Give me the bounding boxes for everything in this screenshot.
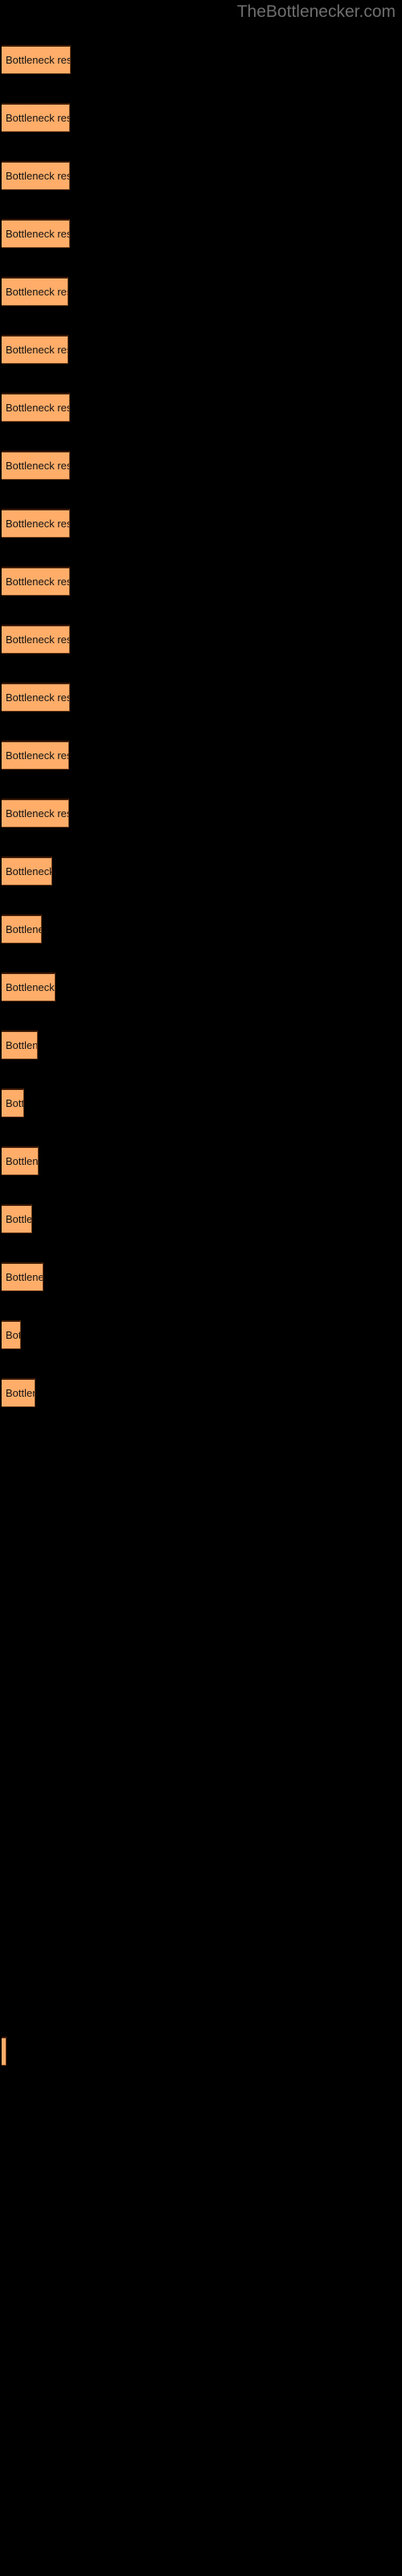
bar-label: Bottleneck result <box>6 402 69 414</box>
bottleneck-result-bar[interactable]: Bottleneck result <box>2 1088 24 1117</box>
bar-label: Bottleneck result <box>6 923 41 935</box>
bar-label: Bottleneck result <box>2 2038 6 2065</box>
bottleneck-result-bar[interactable]: Bottleneck result <box>2 741 69 770</box>
bar-label: Bottleneck result <box>6 1329 20 1341</box>
bar-row: Bottleneck result <box>0 277 402 306</box>
bar-label: Bottleneck result <box>6 981 55 993</box>
bottleneck-result-bar[interactable]: Bottleneck result <box>2 914 42 943</box>
bar-label: Bottleneck result <box>6 634 69 646</box>
bar-row: Bottleneck result <box>0 567 402 596</box>
bar-row: Bottleneck result <box>0 509 402 538</box>
bar-label: Bottleneck result <box>6 228 69 240</box>
bar-label: Bottleneck result <box>6 576 69 588</box>
bar-row: Bottleneck result <box>0 219 402 248</box>
bar-label: Bottleneck result <box>6 1097 24 1109</box>
bar-label: Bottleneck result <box>6 1213 32 1225</box>
bottleneck-result-bar[interactable]: Bottleneck result <box>2 509 70 538</box>
bottleneck-result-bar[interactable]: Bottleneck result <box>2 219 70 248</box>
bar-label: Bottleneck result <box>6 1387 35 1399</box>
bar-label: Bottleneck result <box>6 1155 39 1167</box>
bottleneck-result-bar[interactable]: Bottleneck result <box>2 1030 38 1059</box>
bar-row: Bottleneck result <box>0 1088 402 1117</box>
bottleneck-result-bar[interactable]: Bottleneck result <box>2 857 52 886</box>
bottleneck-result-bar[interactable]: Bottleneck result <box>2 2037 6 2066</box>
bar-label: Bottleneck result <box>6 344 68 356</box>
bottleneck-result-bar[interactable]: Bottleneck result <box>2 1146 39 1175</box>
bottleneck-result-bar[interactable]: Bottleneck result <box>2 451 70 480</box>
bar-row: Bottleneck result <box>0 799 402 828</box>
bar-row: Bottleneck result <box>0 741 402 770</box>
bar-row: Bottleneck result <box>0 625 402 654</box>
bar-label: Bottleneck result <box>6 518 69 530</box>
bar-label: Bottleneck result <box>6 286 68 298</box>
bar-row: Bottleneck result <box>0 1378 402 1407</box>
bar-row: Bottleneck result <box>0 45 402 74</box>
bottleneck-result-bar[interactable]: Bottleneck result <box>2 625 70 654</box>
bar-row: Bottleneck result <box>0 2037 402 2066</box>
bottleneck-result-bar[interactable]: Bottleneck result <box>2 972 55 1001</box>
bottleneck-result-bar[interactable]: Bottleneck result <box>2 277 68 306</box>
bottleneck-result-bar[interactable]: Bottleneck result <box>2 45 71 74</box>
bar-label: Bottleneck result <box>6 691 69 704</box>
bar-row: Bottleneck result <box>0 1204 402 1233</box>
bar-row: Bottleneck result <box>0 1146 402 1175</box>
bar-label: Bottleneck result <box>6 170 69 182</box>
bar-row: Bottleneck result <box>0 914 402 943</box>
bar-label: Bottleneck result <box>6 460 69 472</box>
bar-label: Bottleneck result <box>6 1039 38 1051</box>
bar-row: Bottleneck result <box>0 161 402 190</box>
bottleneck-result-bar[interactable]: Bottleneck result <box>2 103 70 132</box>
bottleneck-result-bar[interactable]: Bottleneck result <box>2 393 70 422</box>
bar-row: Bottleneck result <box>0 683 402 712</box>
bar-row: Bottleneck result <box>0 451 402 480</box>
bottleneck-result-bar[interactable]: Bottleneck result <box>2 567 70 596</box>
bottleneck-result-bar[interactable]: Bottleneck result <box>2 335 68 364</box>
bottleneck-result-bar[interactable]: Bottleneck result <box>2 161 70 190</box>
bar-label: Bottleneck result <box>6 54 71 66</box>
bar-row: Bottleneck result <box>0 335 402 364</box>
bar-row: Bottleneck result <box>0 1262 402 1291</box>
bar-label: Bottleneck result <box>6 749 68 762</box>
bar-label: Bottleneck result <box>6 807 68 819</box>
bar-row: Bottleneck result <box>0 1030 402 1059</box>
bar-label: Bottleneck result <box>6 112 69 124</box>
bottleneck-result-bar[interactable]: Bottleneck result <box>2 1320 21 1349</box>
bar-row: Bottleneck result <box>0 857 402 886</box>
bottleneck-bar-chart: Bottleneck result Bottleneck result Bottle… <box>0 0 402 2576</box>
bottleneck-result-bar[interactable]: Bottleneck result <box>2 799 69 828</box>
bar-row: Bottleneck result <box>0 1320 402 1349</box>
bottleneck-result-bar[interactable]: Bottleneck result <box>2 1204 32 1233</box>
bar-row: Bottleneck result <box>0 103 402 132</box>
bottleneck-result-bar[interactable]: Bottleneck result <box>2 1378 35 1407</box>
bar-row: Bottleneck result <box>0 972 402 1001</box>
bar-label: Bottleneck result <box>6 1271 43 1283</box>
bottleneck-result-bar[interactable]: Bottleneck result <box>2 683 70 712</box>
bottleneck-result-bar[interactable]: Bottleneck result <box>2 1262 43 1291</box>
bar-row: Bottleneck result <box>0 393 402 422</box>
bar-label: Bottleneck result <box>6 865 52 877</box>
